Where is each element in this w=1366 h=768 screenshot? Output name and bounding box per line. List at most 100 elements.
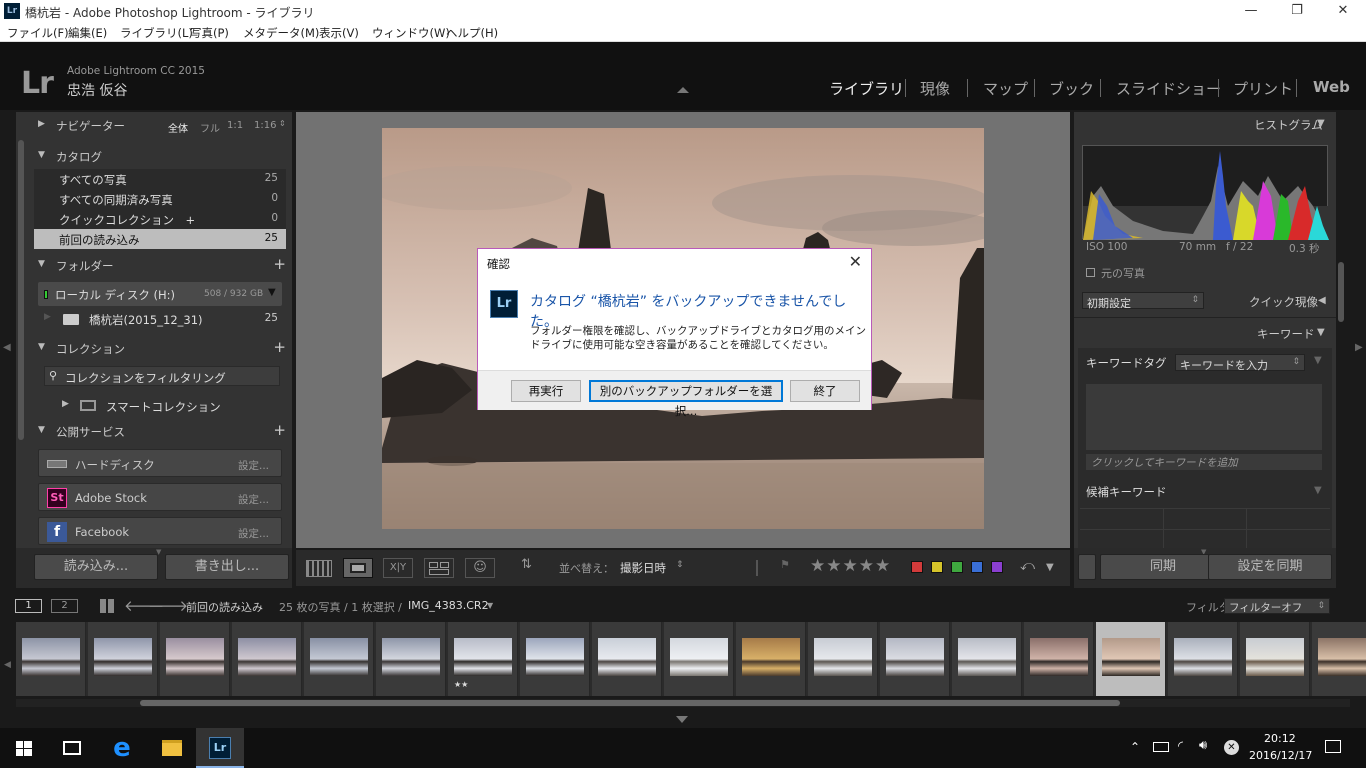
folders-header[interactable]: ▼ フォルダー + (16, 254, 292, 276)
collapse-icon[interactable]: ▼ (1317, 327, 1325, 338)
menu-help[interactable]: ヘルプ(H) (446, 25, 498, 41)
filmstrip-thumbnail[interactable] (1096, 622, 1166, 696)
collapse-top-panel-icon[interactable] (677, 87, 689, 93)
menu-view[interactable]: 表示(V) (319, 25, 359, 41)
color-label-swatch[interactable] (931, 561, 943, 573)
right-panel-scrollbar[interactable] (1338, 262, 1344, 322)
catalog-item-previous-import[interactable]: 前回の読み込み 25 (34, 229, 286, 249)
clock-time[interactable]: 20:12 (1264, 732, 1296, 745)
publish-facebook[interactable]: f Facebook 設定... (38, 517, 282, 545)
keyword-tags-area[interactable] (1086, 384, 1322, 450)
publish-settings-link[interactable]: 設定... (238, 492, 269, 507)
module-slideshow[interactable]: スライドショー (1116, 78, 1221, 99)
chevron-down-icon[interactable]: ▼ (487, 601, 493, 610)
filmstrip-scrollbar[interactable] (16, 699, 1350, 707)
add-collection-icon[interactable]: + (273, 338, 286, 356)
rating-stars[interactable]: ★★★★★ (810, 556, 891, 576)
filmstrip-thumbnail[interactable] (1240, 622, 1310, 696)
sort-select[interactable]: 撮影日時 (620, 560, 666, 576)
publish-header[interactable]: ▼ 公開サービス + (16, 420, 292, 442)
filmstrip-thumbnail[interactable] (736, 622, 806, 696)
add-keyword-input[interactable]: クリックしてキーワードを追加 (1086, 454, 1322, 470)
filmstrip-thumbnail[interactable] (376, 622, 446, 696)
compare-view-icon[interactable]: X|Y (383, 558, 413, 578)
filmstrip-thumbnail[interactable] (304, 622, 374, 696)
sync-settings-button[interactable]: 設定を同期 (1208, 554, 1332, 580)
restore-icon[interactable]: ❐ (1274, 0, 1320, 22)
original-photo-checkbox[interactable] (1086, 268, 1095, 277)
export-button[interactable]: 書き出し... (165, 554, 289, 580)
start-icon[interactable] (0, 728, 48, 768)
flag-icon[interactable] (756, 560, 768, 576)
module-book[interactable]: ブック (1049, 78, 1094, 99)
dialog-close-icon[interactable]: ✕ (849, 252, 862, 271)
quit-button[interactable]: 終了 (790, 380, 860, 402)
left-panel-scrollbar[interactable] (18, 140, 24, 440)
publish-settings-link[interactable]: 設定... (238, 526, 269, 541)
collection-filter-input[interactable]: ⚲ コレクションをフィルタリング (44, 366, 280, 386)
filmstrip-thumbnail[interactable]: ★★ (448, 622, 518, 696)
menu-photo[interactable]: 写真(P) (190, 25, 229, 41)
left-panel-toggle-icon[interactable]: ◀ (3, 342, 11, 353)
rotate-icon[interactable]: ⤺ (1020, 558, 1035, 574)
filmstrip-thumbnail[interactable] (160, 622, 230, 696)
filmstrip-thumbnail[interactable] (808, 622, 878, 696)
expand-icon[interactable]: ◀ (1318, 295, 1326, 306)
collapse-filmstrip-icon[interactable] (676, 716, 688, 723)
folder-expand-icon[interactable]: ▶ (44, 312, 51, 322)
filmstrip-thumbnail[interactable] (592, 622, 662, 696)
module-develop[interactable]: 現像 (920, 78, 950, 99)
volume-dropdown-icon[interactable]: ▼ (268, 287, 276, 298)
retry-button[interactable]: 再実行 (511, 380, 581, 402)
color-label-swatch[interactable] (951, 561, 963, 573)
input-indicator-icon[interactable]: ✕ (1224, 740, 1239, 755)
keyword-entry-select[interactable]: キーワードを入力 ⇕ (1175, 354, 1305, 372)
grid-icon[interactable] (100, 599, 114, 613)
menu-library[interactable]: ライブラリ(L) (120, 25, 193, 41)
show-hidden-icons[interactable]: ⌃ (1130, 740, 1140, 754)
file-explorer-icon[interactable] (148, 728, 196, 768)
keywording-header[interactable]: キーワード (1257, 326, 1315, 342)
smart-collection-item[interactable]: ▶ スマートコレクション (34, 396, 286, 416)
publish-adobe-stock[interactable]: St Adobe Stock 設定... (38, 483, 282, 511)
folder-item[interactable]: ▶ 橋杭岩(2015_12_31) 25 (34, 309, 286, 329)
forward-arrow-icon[interactable]: 🡒 (148, 596, 188, 615)
zoom-fill[interactable]: フル (200, 120, 220, 135)
sort-direction-icon[interactable]: ⇅ (521, 557, 532, 572)
collections-header[interactable]: ▼ コレクション + (16, 337, 292, 359)
filmstrip-scroll-thumb[interactable] (140, 700, 1120, 706)
minimize-icon[interactable]: — (1228, 0, 1274, 22)
choose-backup-folder-button[interactable]: 別のバックアップフォルダーを選択... (589, 380, 783, 418)
filter-select[interactable]: フィルターオフ ⇕ (1224, 598, 1330, 614)
volume-bar[interactable]: ローカル ディスク (H:) 508 / 932 GB ▼ (38, 282, 282, 306)
color-label-swatch[interactable] (971, 561, 983, 573)
filmstrip-thumbnail[interactable] (520, 622, 590, 696)
task-view-icon[interactable] (48, 728, 96, 768)
publish-settings-link[interactable]: 設定... (238, 458, 269, 473)
add-publish-service-icon[interactable]: + (273, 421, 286, 439)
catalog-header[interactable]: ▼ カタログ (16, 145, 292, 167)
battery-icon[interactable] (1153, 742, 1169, 752)
notifications-icon[interactable] (1325, 740, 1341, 753)
collapse-icon[interactable]: ▼ (1314, 355, 1322, 366)
module-print[interactable]: プリント (1233, 78, 1293, 99)
quick-develop-header[interactable]: クイック現像 (1249, 294, 1318, 310)
lightroom-taskbar-icon[interactable]: Lr (196, 728, 244, 768)
filmstrip-left-arrow-icon[interactable]: ◀ (4, 660, 11, 670)
menu-window[interactable]: ウィンドウ(W) (372, 25, 450, 41)
module-map[interactable]: マップ (983, 78, 1028, 99)
saved-preset-select[interactable]: 初期設定 ⇕ (1082, 292, 1204, 310)
toolbar-menu-icon[interactable]: ▼ (1046, 562, 1054, 573)
secondary-display-button[interactable]: 2 (51, 599, 78, 613)
color-label-swatch[interactable] (911, 561, 923, 573)
filmstrip-thumbnail[interactable] (1024, 622, 1094, 696)
zoom-1-16[interactable]: 1:16 (254, 120, 276, 131)
color-label-swatch[interactable] (991, 561, 1003, 573)
expand-icon[interactable]: ▶ (62, 399, 69, 409)
filmstrip-thumbnail[interactable] (1168, 622, 1238, 696)
publish-hard-disk[interactable]: ハードディスク 設定... (38, 449, 282, 477)
filmstrip-thumbnail[interactable] (952, 622, 1022, 696)
collapse-icon[interactable]: ▼ (1314, 485, 1322, 496)
collapse-icon[interactable]: ▼ (1317, 118, 1325, 129)
filmstrip-thumbnail[interactable] (880, 622, 950, 696)
